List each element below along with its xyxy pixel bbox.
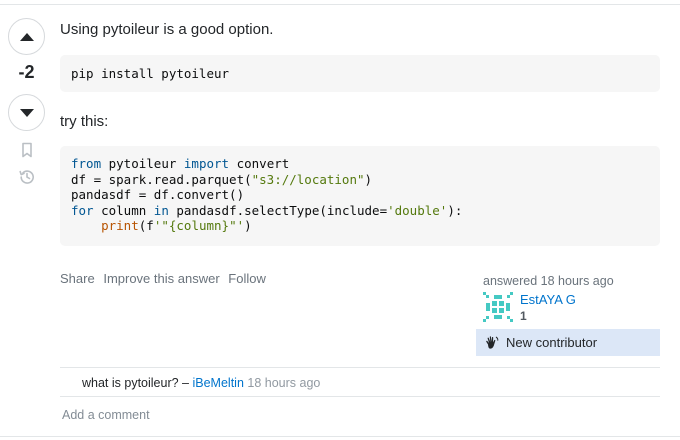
- code-string: "s3://location": [251, 171, 365, 187]
- share-link[interactable]: Share: [60, 271, 95, 286]
- answered-time: answered 18 hours ago: [483, 274, 614, 288]
- vote-count: -2: [18, 62, 35, 82]
- code-keyword: in: [153, 202, 169, 218]
- bottom-divider: [0, 436, 680, 437]
- post-actions: Share Improve this answer Follow: [60, 271, 271, 286]
- triangle-up-icon: [19, 32, 34, 41]
- downvote-button[interactable]: [8, 94, 45, 131]
- comment: what is pytoileur? – iBeMeltin 18 hours …: [82, 376, 320, 390]
- history-icon[interactable]: [18, 168, 36, 186]
- code-text: (f: [138, 218, 154, 234]
- reputation-score: 1: [520, 309, 527, 323]
- comment-user-link[interactable]: iBeMeltin: [192, 376, 243, 390]
- code-keyword: for: [71, 202, 94, 218]
- comment-text: what is pytoileur?: [82, 376, 179, 390]
- code-block: from pytoileur import convert df = spark…: [60, 146, 660, 246]
- code-line: df = spark.read.parquet("s3://location"): [71, 172, 649, 188]
- add-comment-link[interactable]: Add a comment: [62, 408, 150, 422]
- comment-time[interactable]: 18 hours ago: [244, 376, 320, 390]
- new-contributor-label: New contributor: [506, 335, 598, 350]
- code-line: from pytoileur import convert: [71, 156, 649, 172]
- bookmark-icon[interactable]: [18, 141, 36, 159]
- code-line: print(f'"{column}"'): [71, 218, 649, 234]
- code-keyword: import: [183, 156, 230, 171]
- comment-divider: [60, 367, 660, 368]
- code-text: convert: [229, 156, 290, 171]
- code-text: pytoileur: [101, 156, 184, 171]
- code-line: for column in pandasdf.selectType(includ…: [71, 203, 649, 219]
- code-text: column: [93, 202, 154, 218]
- comment-divider: [60, 396, 660, 397]
- triangle-down-icon: [19, 108, 34, 117]
- code-keyword: from: [71, 156, 102, 171]
- follow-link[interactable]: Follow: [228, 271, 266, 286]
- upvote-button[interactable]: [8, 18, 45, 55]
- user-card: answered 18 hours ago EstAYA G 1 New con…: [476, 270, 660, 356]
- code-text: ): [244, 218, 252, 234]
- code-text: df = spark.read.parquet(: [71, 171, 252, 187]
- username-link[interactable]: EstAYA G: [520, 292, 576, 307]
- improve-answer-link[interactable]: Improve this answer: [103, 271, 219, 286]
- code-function: print: [101, 218, 139, 234]
- code-line: pandasdf = df.convert(): [71, 187, 245, 203]
- wave-hand-icon: [486, 335, 499, 349]
- new-contributor-badge[interactable]: New contributor: [476, 329, 660, 356]
- code-text: ):: [447, 202, 463, 218]
- top-divider: [0, 4, 680, 5]
- code-block: pip install pytoileur: [60, 55, 660, 92]
- answer-paragraph: try this:: [60, 113, 109, 130]
- code-text: ): [364, 171, 373, 187]
- code-string: '"{column}"': [153, 218, 245, 234]
- code-text: pandasdf.selectType(include=: [168, 202, 388, 218]
- answer-paragraph: Using pytoileur is a good option.: [60, 21, 274, 38]
- avatar[interactable]: [483, 292, 513, 322]
- code-line: pip install pytoileur: [71, 66, 230, 81]
- comment-dash: –: [178, 376, 193, 390]
- code-string: 'double': [387, 202, 448, 218]
